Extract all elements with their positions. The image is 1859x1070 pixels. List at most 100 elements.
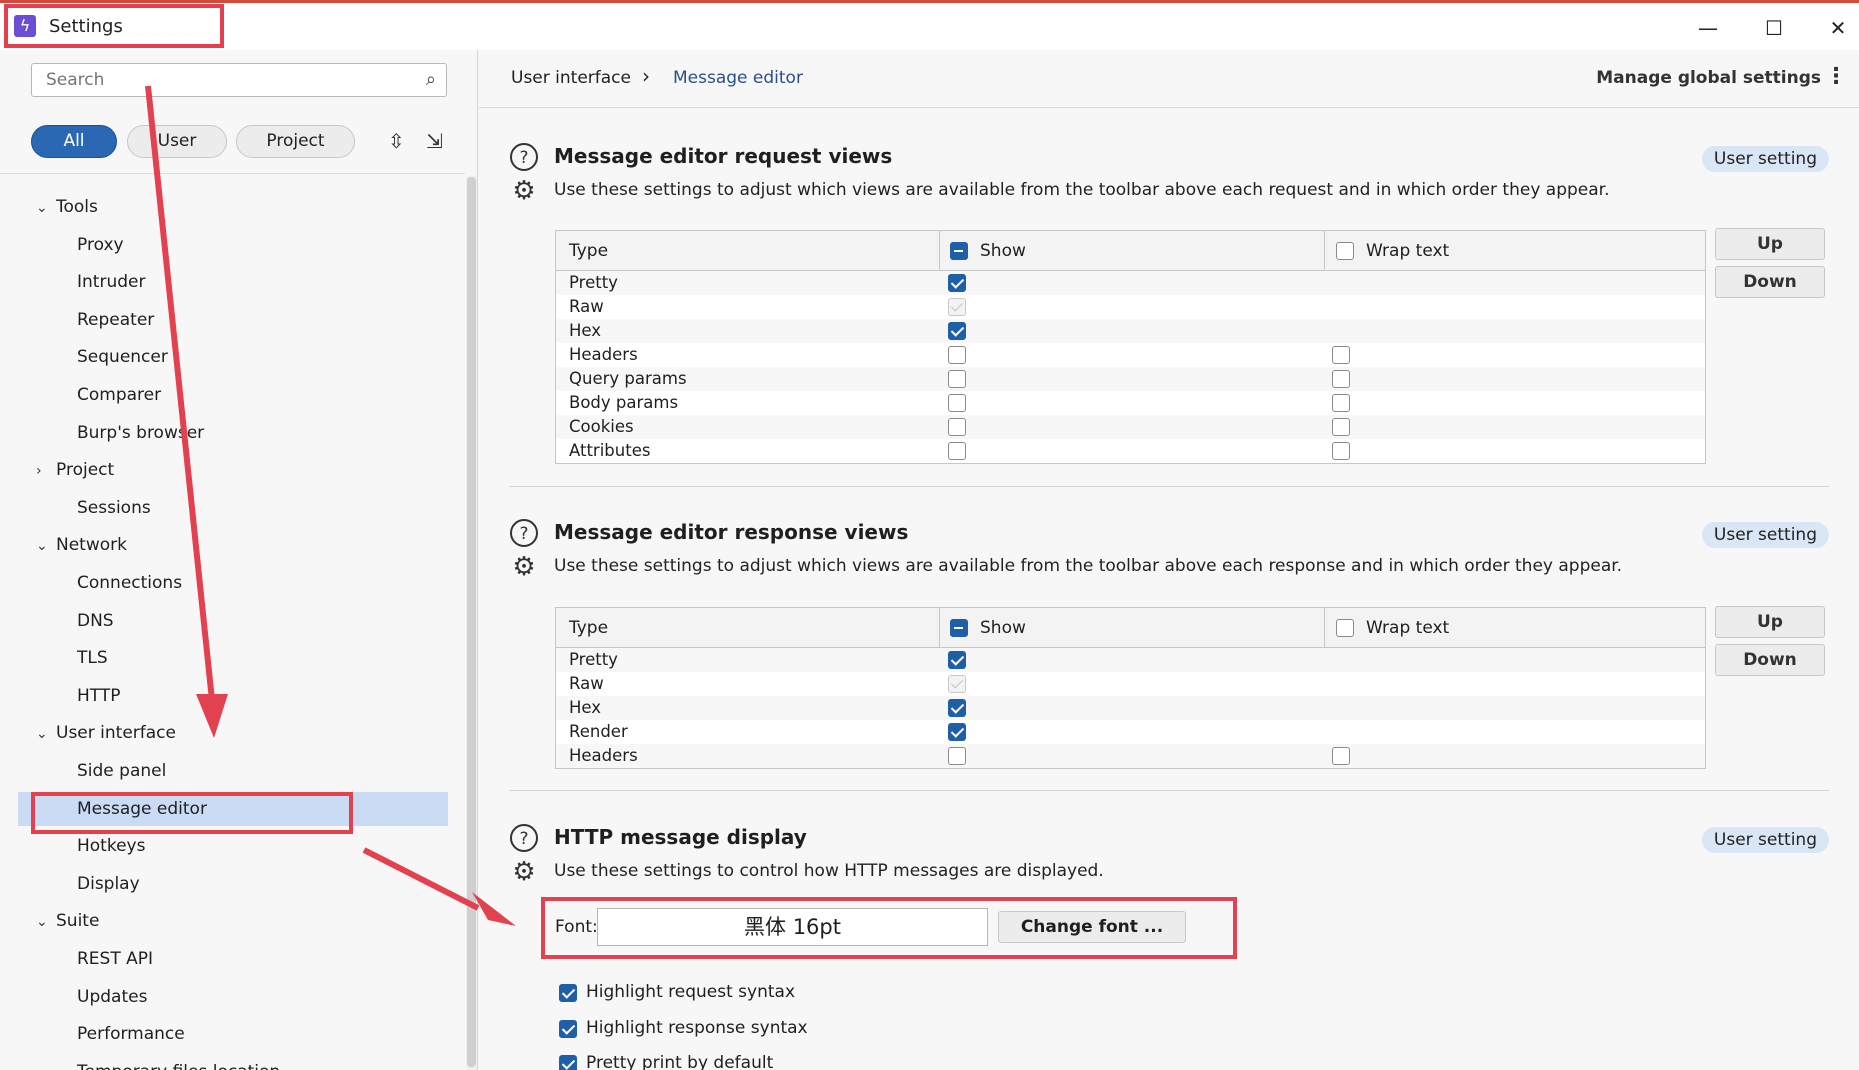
show-checkbox[interactable] bbox=[948, 651, 966, 669]
expand-all-icon[interactable]: ⇳ bbox=[388, 129, 405, 153]
sidebar-item-tls[interactable]: TLS bbox=[77, 641, 108, 675]
breadcrumb-parent[interactable]: User interface bbox=[511, 68, 631, 88]
search-box[interactable]: ⌕ bbox=[31, 63, 447, 97]
show-checkbox[interactable] bbox=[948, 418, 966, 436]
column-header-wrap-text[interactable]: Wrap text bbox=[1366, 608, 1449, 648]
table-row[interactable]: Pretty bbox=[556, 271, 1705, 295]
table-row[interactable]: Attributes bbox=[556, 439, 1705, 463]
column-header-type[interactable]: Type bbox=[569, 608, 608, 648]
sidebar-item-repeater[interactable]: Repeater bbox=[77, 303, 154, 337]
sidebar-item-suite[interactable]: ⌄ Suite bbox=[36, 904, 99, 938]
maximize-icon[interactable]: ☐ bbox=[1759, 13, 1789, 43]
sidebar-item-http[interactable]: HTTP bbox=[77, 679, 121, 713]
table-row[interactable]: Headers bbox=[556, 343, 1705, 367]
sidebar-item-network[interactable]: ⌄ Network bbox=[36, 528, 127, 562]
column-header-show[interactable]: Show bbox=[980, 231, 1026, 271]
highlight-request-checkbox[interactable] bbox=[559, 984, 577, 1002]
chevron-down-icon[interactable]: ⌄ bbox=[36, 905, 56, 939]
gear-icon[interactable]: ⚙ bbox=[509, 176, 539, 206]
column-header-type[interactable]: Type bbox=[569, 231, 608, 271]
sidebar-item-updates[interactable]: Updates bbox=[77, 980, 147, 1014]
sidebar-item-project[interactable]: › Project bbox=[36, 453, 114, 487]
help-icon[interactable]: ? bbox=[509, 518, 539, 548]
highlight-response-checkbox[interactable] bbox=[559, 1020, 577, 1038]
chevron-down-icon[interactable]: ⌄ bbox=[36, 529, 56, 563]
show-all-checkbox[interactable] bbox=[950, 242, 968, 260]
sidebar-item-performance[interactable]: Performance bbox=[77, 1017, 185, 1051]
table-row[interactable]: Body params bbox=[556, 391, 1705, 415]
sidebar-item-dns[interactable]: DNS bbox=[77, 604, 114, 638]
table-row[interactable]: Hex bbox=[556, 696, 1705, 720]
sidebar-item-label: REST API bbox=[77, 949, 154, 969]
sidebar-item-label: DNS bbox=[77, 610, 114, 631]
chevron-down-icon[interactable]: ⌄ bbox=[36, 717, 56, 751]
search-icon[interactable]: ⌕ bbox=[426, 69, 436, 90]
filter-project-button[interactable]: Project bbox=[236, 125, 355, 158]
sidebar-item-tools[interactable]: ⌄ Tools bbox=[36, 190, 98, 224]
show-checkbox[interactable] bbox=[948, 747, 966, 765]
show-checkbox[interactable] bbox=[948, 723, 966, 741]
filter-all-button[interactable]: All bbox=[31, 125, 117, 158]
show-checkbox[interactable] bbox=[948, 442, 966, 460]
down-button[interactable]: Down bbox=[1715, 644, 1825, 676]
show-checkbox[interactable] bbox=[948, 394, 966, 412]
scrollbar-thumb[interactable] bbox=[467, 177, 476, 1067]
more-options-icon[interactable]: ⋮ bbox=[1825, 64, 1847, 89]
sidebar-item-side-panel[interactable]: Side panel bbox=[77, 754, 166, 788]
column-header-wrap-text[interactable]: Wrap text bbox=[1366, 231, 1449, 271]
gear-icon[interactable]: ⚙ bbox=[509, 552, 539, 582]
table-row[interactable]: Hex bbox=[556, 319, 1705, 343]
wrap-text-checkbox[interactable] bbox=[1332, 747, 1350, 765]
show-all-checkbox[interactable] bbox=[950, 619, 968, 637]
wrap-text-checkbox[interactable] bbox=[1332, 394, 1350, 412]
sidebar-item-rest-api[interactable]: REST API bbox=[77, 942, 153, 976]
sidebar-item-intruder[interactable]: Intruder bbox=[77, 265, 145, 299]
up-button[interactable]: Up bbox=[1715, 228, 1825, 260]
sidebar-item-sessions[interactable]: Sessions bbox=[77, 491, 151, 525]
table-row[interactable]: Render bbox=[556, 720, 1705, 744]
collapse-all-icon[interactable]: ⇲ bbox=[426, 129, 443, 153]
show-checkbox[interactable] bbox=[948, 370, 966, 388]
table-row[interactable]: Raw bbox=[556, 295, 1705, 319]
search-input[interactable] bbox=[46, 70, 406, 90]
table-row[interactable]: Pretty bbox=[556, 648, 1705, 672]
sidebar-item-temporary-files-location[interactable]: Temporary files location bbox=[77, 1055, 280, 1070]
sidebar-item-display[interactable]: Display bbox=[77, 867, 140, 901]
filter-user-button[interactable]: User bbox=[127, 125, 227, 158]
help-icon[interactable]: ? bbox=[509, 823, 539, 853]
sidebar-item-sequencer[interactable]: Sequencer bbox=[77, 340, 168, 374]
table-row[interactable]: Cookies bbox=[556, 415, 1705, 439]
table-row[interactable]: Query params bbox=[556, 367, 1705, 391]
show-checkbox[interactable] bbox=[948, 346, 966, 364]
sidebar-item-proxy[interactable]: Proxy bbox=[77, 228, 124, 262]
wrap-text-checkbox[interactable] bbox=[1332, 418, 1350, 436]
column-header-show[interactable]: Show bbox=[980, 608, 1026, 648]
sidebar-item-connections[interactable]: Connections bbox=[77, 566, 182, 600]
row-type-label: Headers bbox=[569, 345, 638, 364]
table-row[interactable]: Headers bbox=[556, 744, 1705, 768]
wrap-all-checkbox[interactable] bbox=[1336, 619, 1354, 637]
up-button[interactable]: Up bbox=[1715, 606, 1825, 638]
minimize-icon[interactable]: — bbox=[1693, 13, 1723, 43]
down-button[interactable]: Down bbox=[1715, 266, 1825, 298]
wrap-text-checkbox[interactable] bbox=[1332, 370, 1350, 388]
pretty-print-checkbox[interactable] bbox=[559, 1055, 577, 1070]
sidebar-item-hotkeys[interactable]: Hotkeys bbox=[77, 829, 145, 863]
chevron-right-icon[interactable]: › bbox=[36, 454, 56, 488]
sidebar-item-user-interface[interactable]: ⌄ User interface bbox=[36, 716, 176, 750]
show-checkbox[interactable] bbox=[948, 274, 966, 292]
chevron-down-icon[interactable]: ⌄ bbox=[36, 191, 56, 225]
show-checkbox[interactable] bbox=[948, 699, 966, 717]
sidebar-item-comparer[interactable]: Comparer bbox=[77, 378, 161, 412]
gear-icon[interactable]: ⚙ bbox=[509, 857, 539, 887]
table-row[interactable]: Raw bbox=[556, 672, 1705, 696]
close-icon[interactable]: ✕ bbox=[1823, 13, 1853, 43]
help-icon[interactable]: ? bbox=[509, 142, 539, 172]
show-checkbox[interactable] bbox=[948, 322, 966, 340]
wrap-text-checkbox[interactable] bbox=[1332, 442, 1350, 460]
sidebar-item-label: Connections bbox=[77, 573, 183, 593]
sidebar-item-burp-s-browser[interactable]: Burp's browser bbox=[77, 416, 204, 450]
wrap-text-checkbox[interactable] bbox=[1332, 346, 1350, 364]
wrap-all-checkbox[interactable] bbox=[1336, 242, 1354, 260]
manage-global-settings-button[interactable]: Manage global settings bbox=[1596, 68, 1821, 88]
